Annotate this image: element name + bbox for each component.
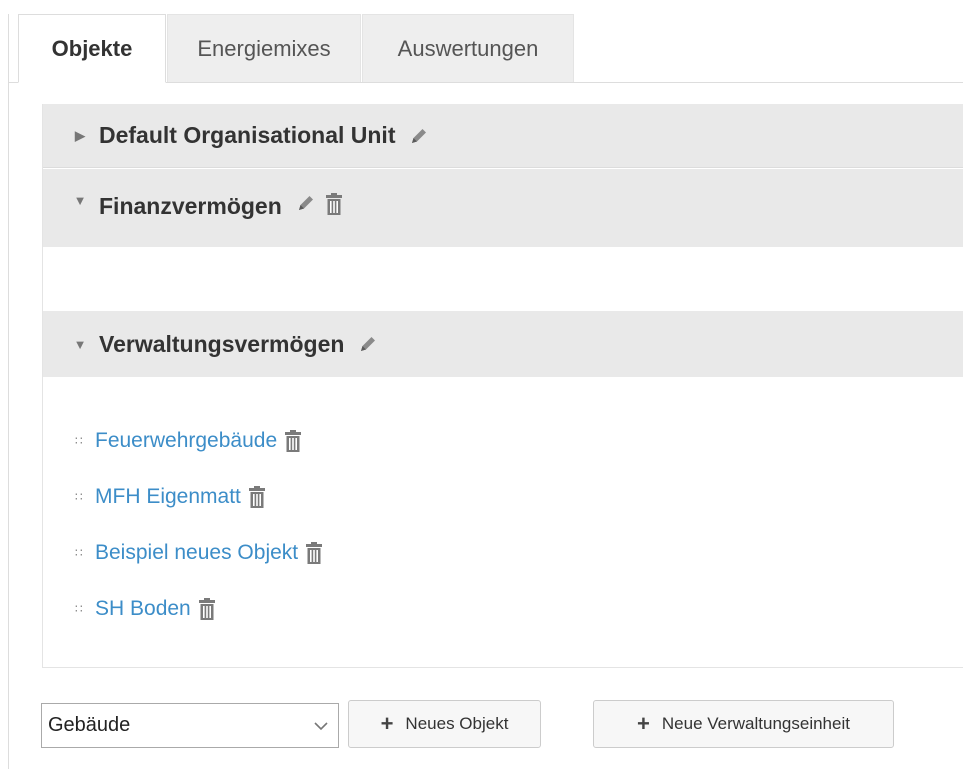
group-label: Finanzvermögen [99,193,282,219]
caret-right-icon[interactable]: ▶ [67,128,93,144]
content-frame-border [8,14,9,769]
group-header-default-organisational-unit[interactable]: ▶ Default Organisational Unit [43,104,963,168]
trash-icon[interactable] [248,486,265,508]
chevron-down-icon [314,714,328,737]
object-link[interactable]: MFH Eigenmatt [95,485,241,509]
tab-energiemixes[interactable]: Energiemixes [167,14,361,82]
new-unit-button-label: Neue Verwaltungseinheit [661,714,850,733]
list-item: ∷ Beispiel neues Objekt [75,538,323,568]
drag-handle-icon[interactable]: ∷ [75,602,87,616]
list-item: ∷ Feuerwehrgebäude [75,426,302,456]
list-item: ∷ SH Boden [75,594,215,624]
drag-handle-icon[interactable]: ∷ [75,546,87,560]
objects-panel: ▶ Default Organisational Unit ▼ Finanzve… [42,104,963,668]
tab-bar: Objekte Energiemixes Auswertungen [8,14,963,83]
trash-icon[interactable] [285,430,302,452]
new-unit-button[interactable]: + Neue Verwaltungseinheit [593,700,894,748]
list-item: ∷ MFH Eigenmatt [75,482,265,512]
caret-down-icon[interactable]: ▼ [67,337,93,352]
group-header-finanzvermoegen[interactable]: ▼ Finanzvermögen [43,169,963,247]
group-label: Default Organisational Unit [99,122,396,148]
object-type-select-value: Gebäude [48,714,131,736]
trash-icon[interactable] [198,598,215,620]
drag-handle-icon[interactable]: ∷ [75,434,87,448]
tab-auswertungen[interactable]: Auswertungen [362,14,574,82]
trash-icon[interactable] [306,542,323,564]
tab-objekte[interactable]: Objekte [18,14,166,83]
object-link[interactable]: SH Boden [95,597,191,621]
pencil-icon[interactable] [296,193,316,213]
caret-down-icon[interactable]: ▼ [67,193,93,208]
pencil-icon[interactable] [358,334,378,354]
group-header-verwaltungsvermoegen[interactable]: ▼ Verwaltungsvermögen [43,311,963,377]
new-object-button[interactable]: + Neues Objekt [348,700,541,748]
plus-icon: + [380,711,394,736]
pencil-icon[interactable] [409,126,429,146]
plus-icon: + [637,711,650,736]
trash-icon[interactable] [325,193,342,215]
object-type-select[interactable]: Gebäude [41,703,339,748]
group-label: Verwaltungsvermögen [99,330,345,357]
object-link[interactable]: Beispiel neues Objekt [95,541,298,565]
drag-handle-icon[interactable]: ∷ [75,490,87,504]
new-object-button-label: Neues Objekt [405,714,509,733]
object-link[interactable]: Feuerwehrgebäude [95,429,277,453]
